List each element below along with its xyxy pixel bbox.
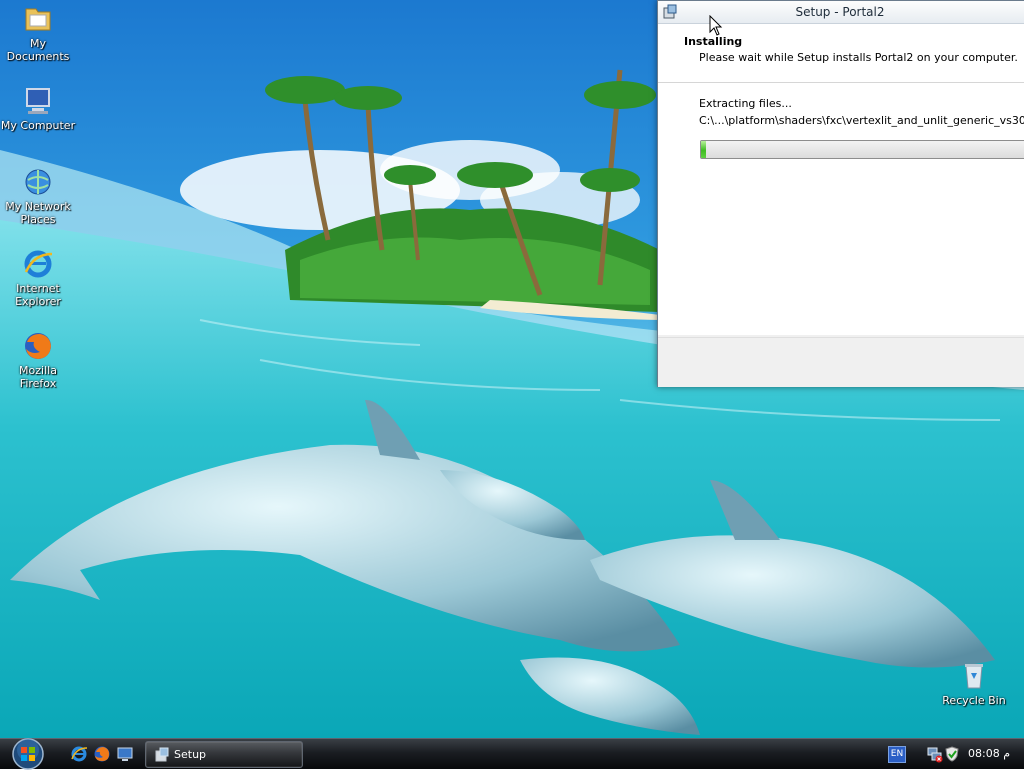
- install-progress-bar: [700, 140, 1024, 159]
- taskbar: Setup EN 08:08 م: [0, 737, 1024, 771]
- language-indicator[interactable]: EN: [888, 746, 906, 763]
- desktop-icon-label: Mozilla Firefox: [19, 364, 57, 390]
- status-label: Extracting files...: [699, 97, 792, 110]
- internet-explorer-icon: [24, 250, 53, 278]
- desktop-icon-recycle-bin[interactable]: Recycle Bin: [936, 660, 1012, 707]
- firefox-icon[interactable]: [93, 745, 111, 763]
- desktop-icon-my-network-places[interactable]: My Network Places: [0, 166, 76, 226]
- desktop-icon-label: My Computer: [0, 119, 76, 132]
- desktop-icon-mozilla-firefox[interactable]: Mozilla Firefox: [0, 330, 76, 390]
- desktop-icon-internet-explorer[interactable]: Internet Explorer: [0, 248, 76, 308]
- current-file-path: C:\...\platform\shaders\fxc\vertexlit_an…: [699, 114, 1024, 127]
- desktop-icon-label: Recycle Bin: [942, 694, 1006, 707]
- wizard-page-subtitle: Please wait while Setup installs Portal2…: [699, 51, 1018, 64]
- mouse-cursor-icon: [709, 15, 723, 36]
- system-clock: 08:08 م: [968, 747, 1011, 760]
- progress-fill: [701, 141, 707, 158]
- setup-icon: [155, 747, 169, 762]
- security-shield-icon[interactable]: [943, 745, 961, 763]
- desktop-icon-my-documents[interactable]: My Documents: [0, 3, 76, 63]
- taskbar-button-setup[interactable]: Setup: [145, 741, 303, 768]
- firefox-icon: [25, 333, 51, 359]
- desktop-icon-my-computer[interactable]: My Computer: [0, 85, 76, 132]
- show-desktop-icon[interactable]: [116, 745, 134, 763]
- folder-documents-icon: [25, 8, 51, 31]
- computer-icon: [26, 88, 50, 114]
- internet-explorer-icon[interactable]: [70, 745, 88, 763]
- network-places-icon: [25, 169, 51, 195]
- wizard-footer: [658, 337, 1024, 387]
- desktop-icon-label: Internet Explorer: [15, 282, 61, 308]
- network-status-icon[interactable]: [926, 745, 944, 763]
- taskbar-button-label: Setup: [174, 748, 207, 761]
- desktop-icon-label: My Documents: [6, 37, 70, 63]
- wizard-body: Extracting files... C:\...\platform\shad…: [658, 83, 1024, 335]
- recycle-bin-icon: [965, 664, 983, 689]
- setup-window[interactable]: Setup - Portal2 Installing Please wait w…: [657, 0, 1024, 387]
- start-button[interactable]: [10, 737, 46, 771]
- desktop-icon-label: My Network Places: [5, 200, 71, 226]
